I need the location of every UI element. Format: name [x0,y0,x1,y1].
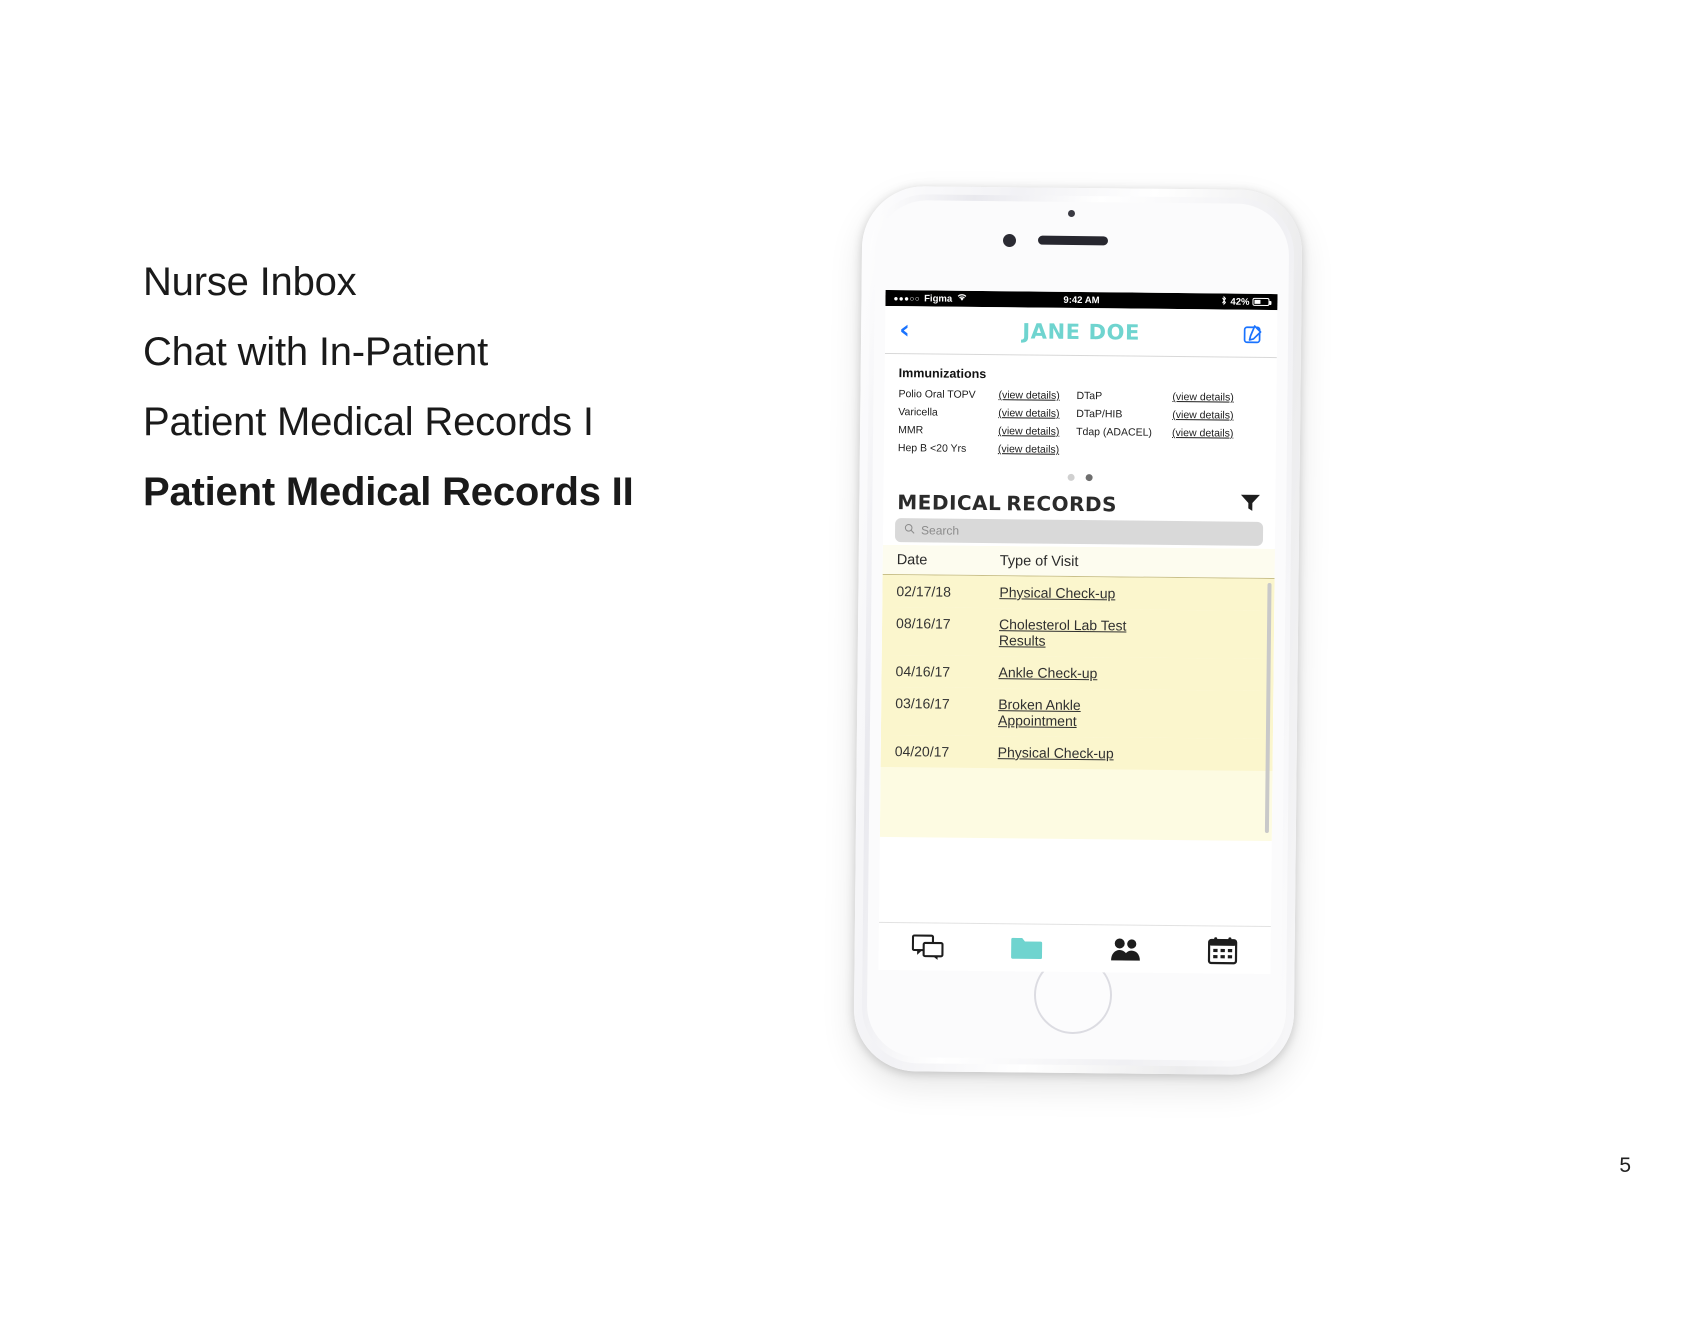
record-type-link[interactable]: Physical Check-up [999,584,1260,603]
table-row[interactable]: 08/16/17 Cholesterol Lab Test Results [881,606,1275,660]
bluetooth-icon [1220,295,1227,308]
record-type-line1: Broken Ankle [998,696,1081,714]
record-type-link[interactable]: Broken Ankle Appointment [998,696,1259,731]
chat-bubbles-icon [911,933,944,960]
search-icon [904,521,915,539]
record-date: 08/16/17 [895,615,951,632]
immunization-name [1072,453,1168,454]
signal-strength-icon: ●●●○○ [893,293,921,303]
pager-dot-2[interactable] [1085,474,1093,482]
people-icon [1111,937,1140,961]
search-placeholder: Search [920,523,960,538]
table-row[interactable]: 04/16/17 Ankle Check-up [881,654,1274,692]
medical-records-table: Date Type of Visit 02/17/18 Physical Che… [879,544,1275,842]
compose-icon[interactable] [1243,323,1263,343]
immunization-name: MMR [898,424,924,437]
view-details-link[interactable]: (view details) [1168,427,1246,440]
page-number: 5 [1619,1154,1631,1177]
bullet-item-nurse-inbox: Nurse Inbox [143,260,357,304]
status-bar-time: 9:42 AM [1063,294,1100,306]
view-details-link[interactable]: (view details) [998,389,1072,402]
page-title: JANE DOE [1022,318,1141,345]
view-details-link[interactable]: (view details) [998,407,1072,420]
immunization-name: Tdap (ADACEL) [1076,425,1153,439]
immunization-spacer [1168,454,1246,455]
folder-icon [1011,937,1043,959]
proximity-sensor-icon [1067,209,1076,218]
filter-icon[interactable] [1239,493,1261,518]
bullet-item-patient-medical-records-2: Patient Medical Records II [143,470,634,514]
immunization-name: DTaP/HIB [1076,407,1123,421]
bullet-item-patient-medical-records-1: Patient Medical Records I [143,400,594,444]
tab-patients[interactable] [1110,936,1142,962]
carousel-pager [884,472,1276,483]
medical-records-title: MEDICAL RECORDS [897,490,1117,516]
search-container: Search [883,514,1275,546]
view-details-link[interactable]: (view details) [1168,409,1246,422]
immunizations-section: Immunizations Polio Oral TOPV (view deta… [884,354,1277,462]
view-details-link[interactable]: (view details) [1168,391,1246,404]
column-header-type-of-visit: Type of Visit [999,553,1079,571]
medical-records-title-part2: RECORDS [1006,490,1118,516]
slide-canvas: Nurse Inbox Chat with In-Patient Patient… [0,0,1705,1318]
bottom-tab-bar [878,921,1271,975]
wifi-icon [956,293,967,305]
record-type-line1: Physical Check-up [999,584,1116,602]
record-date: 04/16/17 [895,663,951,680]
medical-records-header: MEDICAL RECORDS [883,489,1275,518]
calendar-icon [1207,936,1238,964]
carrier-label: Figma [924,292,953,305]
medical-records-title-part1: MEDICAL [897,489,1002,515]
tab-messages[interactable] [911,933,944,960]
bullet-item-chat-with-in-patient: Chat with In-Patient [143,330,489,374]
bullet-list: Nurse Inbox Chat with In-Patient Patient… [143,262,783,542]
pager-dot-1[interactable] [1067,473,1075,481]
record-type-line1: Cholesterol Lab Test [998,616,1127,634]
battery-percent-label: 42% [1230,296,1250,308]
tab-records[interactable] [1010,935,1044,961]
record-type-link[interactable]: Ankle Check-up [998,664,1259,683]
tab-calendar[interactable] [1207,936,1238,964]
record-type-line1: Ankle Check-up [998,664,1098,682]
status-bar-right: 42% [1099,294,1270,309]
front-camera-icon [1002,233,1017,248]
nav-bar: ‹ JANE DOE [884,305,1278,359]
immunizations-grid: Polio Oral TOPV (view details) DTaP (vie… [898,388,1263,458]
record-type-line1: Physical Check-up [997,744,1114,762]
record-type-link[interactable]: Physical Check-up [998,744,1259,763]
table-row[interactable]: 03/16/17 Broken Ankle Appointment [880,686,1274,740]
record-type-line2: Appointment [997,712,1077,729]
table-row[interactable]: 02/17/18 Physical Check-up [882,574,1275,612]
status-bar-left: ●●●○○ Figma [893,292,1063,306]
immunization-name: DTaP [1076,389,1103,403]
column-header-date: Date [896,552,928,569]
record-date: 02/17/18 [896,583,951,600]
phone-mockup: ●●●○○ Figma 9:42 AM 42% ‹ JANE DOE Immun… [840,178,1303,1078]
table-row[interactable]: 04/20/17 Physical Check-up [880,734,1273,772]
record-date: 03/16/17 [895,695,950,712]
record-type-line2: Results [998,632,1046,649]
table-header-row: Date Type of Visit [882,544,1275,580]
earpiece-speaker [1037,235,1109,246]
immunization-name: Hep B <20 Yrs [897,442,967,455]
immunization-name: Polio Oral TOPV [898,388,976,401]
search-input[interactable]: Search [894,518,1264,546]
immunizations-heading: Immunizations [898,366,987,382]
battery-icon [1252,297,1270,306]
record-date: 04/20/17 [894,743,950,760]
view-details-link[interactable]: (view details) [998,425,1072,438]
record-type-link[interactable]: Cholesterol Lab Test Results [999,616,1260,651]
phone-screen: ●●●○○ Figma 9:42 AM 42% ‹ JANE DOE Immun… [878,289,1278,975]
immunization-name: Varicella [898,406,938,419]
view-details-link[interactable]: (view details) [998,443,1072,456]
